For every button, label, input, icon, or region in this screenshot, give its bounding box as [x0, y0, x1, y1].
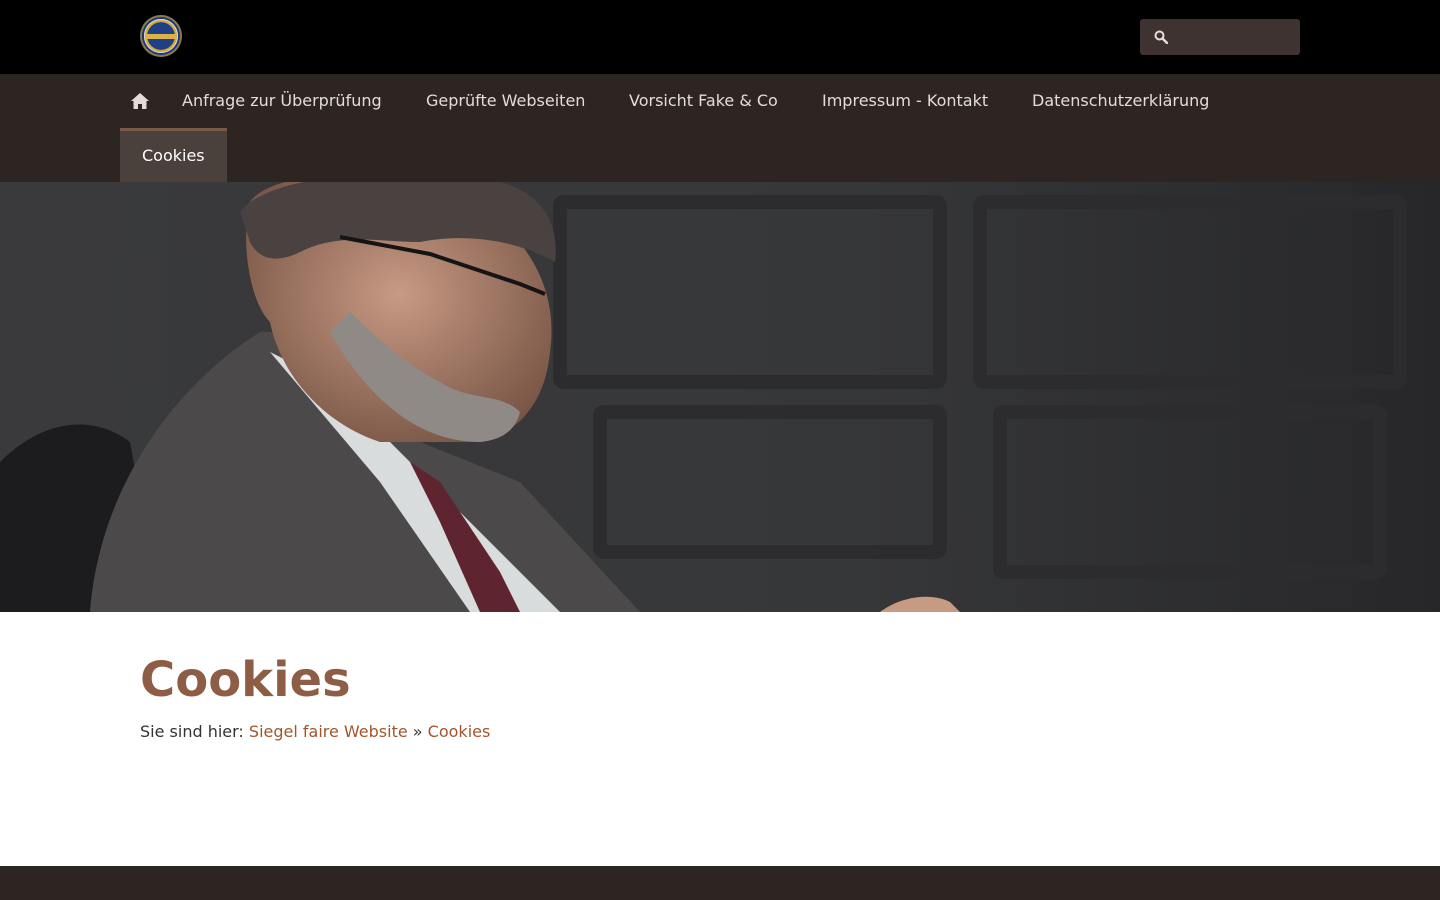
breadcrumb-prefix: Sie sind hier: — [140, 722, 249, 741]
hero-illustration — [0, 182, 1440, 612]
breadcrumb-link-cookies[interactable]: Cookies — [428, 722, 491, 741]
breadcrumb-separator: » — [407, 722, 428, 741]
nav-item-datenschutz[interactable]: Datenschutzerklärung — [1032, 74, 1209, 128]
search-icon[interactable] — [1154, 30, 1168, 44]
search-box[interactable] — [1140, 19, 1300, 57]
top-bar — [0, 0, 1440, 74]
footer — [0, 866, 1440, 900]
nav-item-cookies[interactable]: Cookies — [120, 128, 227, 182]
nav-item-impressum[interactable]: Impressum - Kontakt — [822, 74, 988, 128]
page-title: Cookies — [140, 652, 351, 708]
nav-item-vorsicht-fake[interactable]: Vorsicht Fake & Co — [629, 74, 778, 128]
breadcrumb-link-home[interactable]: Siegel faire Website — [249, 722, 408, 741]
logo-band — [146, 34, 176, 39]
hero-image — [0, 182, 1440, 612]
breadcrumb: Sie sind hier: Siegel faire Website » Co… — [140, 720, 490, 744]
search-input[interactable] — [1176, 19, 1298, 57]
nav-item-gepruefte-webseiten[interactable]: Geprüfte Webseiten — [426, 74, 585, 128]
nav-item-anfrage[interactable]: Anfrage zur Überprüfung — [182, 74, 382, 128]
home-icon[interactable] — [130, 92, 150, 110]
site-logo[interactable] — [140, 15, 182, 57]
